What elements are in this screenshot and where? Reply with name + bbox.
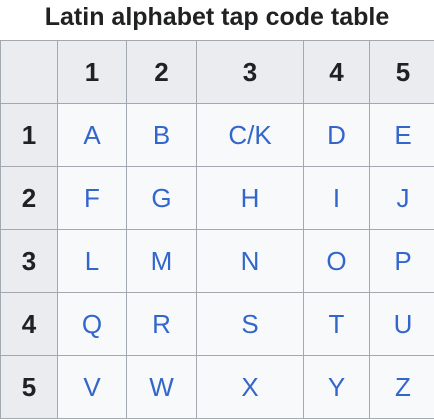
letter-link[interactable]: D bbox=[303, 103, 370, 167]
letter-link[interactable]: E bbox=[369, 103, 434, 167]
letter-link[interactable]: B bbox=[126, 103, 197, 167]
letter-link[interactable]: J bbox=[369, 166, 434, 230]
letter-link[interactable]: P bbox=[369, 229, 434, 293]
letter-link[interactable]: N bbox=[196, 229, 304, 293]
table-row: 2 F G H I J bbox=[0, 166, 434, 230]
letter-link[interactable]: G bbox=[126, 166, 197, 230]
letter-link[interactable]: W bbox=[126, 355, 197, 419]
letter-link[interactable]: O bbox=[303, 229, 370, 293]
table-row: 4 Q R S T U bbox=[0, 292, 434, 356]
letter-link[interactable]: V bbox=[57, 355, 127, 419]
tap-code-table: 1 2 3 4 5 1 A B C/K D E 2 F G H I J 3 L … bbox=[0, 40, 434, 419]
row-header-3: 3 bbox=[0, 229, 58, 293]
corner-cell bbox=[0, 40, 58, 104]
letter-link[interactable]: H bbox=[196, 166, 304, 230]
letter-link[interactable]: S bbox=[196, 292, 304, 356]
table-row: 5 V W X Y Z bbox=[0, 355, 434, 419]
letter-link[interactable]: C/K bbox=[196, 103, 304, 167]
letter-link[interactable]: A bbox=[57, 103, 127, 167]
letter-link[interactable]: R bbox=[126, 292, 197, 356]
letter-link[interactable]: I bbox=[303, 166, 370, 230]
row-header-1: 1 bbox=[0, 103, 58, 167]
column-header-3: 3 bbox=[196, 40, 304, 104]
letter-link[interactable]: T bbox=[303, 292, 370, 356]
column-header-2: 2 bbox=[126, 40, 197, 104]
letter-link[interactable]: U bbox=[369, 292, 434, 356]
header-row: 1 2 3 4 5 bbox=[0, 40, 434, 104]
table-caption: Latin alphabet tap code table bbox=[44, 3, 390, 31]
table-row: 3 L M N O P bbox=[0, 229, 434, 293]
row-header-4: 4 bbox=[0, 292, 58, 356]
letter-link[interactable]: Y bbox=[303, 355, 370, 419]
letter-link[interactable]: Z bbox=[369, 355, 434, 419]
row-header-5: 5 bbox=[0, 355, 58, 419]
letter-link[interactable]: L bbox=[57, 229, 127, 293]
table-row: 1 A B C/K D E bbox=[0, 103, 434, 167]
letter-link[interactable]: Q bbox=[57, 292, 127, 356]
letter-link[interactable]: X bbox=[196, 355, 304, 419]
column-header-4: 4 bbox=[303, 40, 370, 104]
letter-link[interactable]: M bbox=[126, 229, 197, 293]
row-header-2: 2 bbox=[0, 166, 58, 230]
column-header-1: 1 bbox=[57, 40, 127, 104]
letter-link[interactable]: F bbox=[57, 166, 127, 230]
column-header-5: 5 bbox=[369, 40, 434, 104]
